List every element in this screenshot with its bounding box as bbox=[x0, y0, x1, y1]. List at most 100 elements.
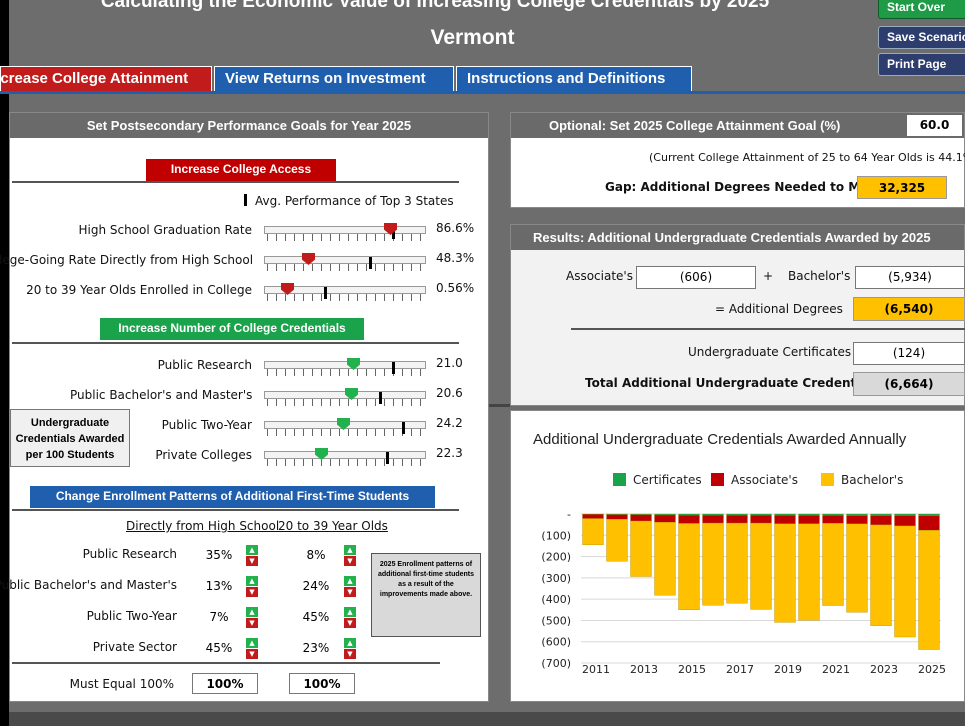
enroll-direct-hs-2[interactable]: 7% bbox=[195, 607, 243, 628]
enrollment-note: 2025 Enrollment patterns of additional f… bbox=[371, 553, 481, 637]
enroll-label-0: Public Research bbox=[82, 547, 177, 561]
legend-swatch-2 bbox=[821, 473, 834, 486]
bar-certificates-2021 bbox=[822, 513, 844, 516]
additional-degrees-label: = Additional Degrees bbox=[715, 302, 843, 316]
legend-label-1: Associate's bbox=[731, 473, 798, 487]
enroll-direct-hs-stepper-0[interactable]: ▲ ▼ bbox=[246, 545, 258, 566]
bar-certificates-2025 bbox=[918, 513, 940, 517]
performance-goals-panel: Set Postsecondary Performance Goals for … bbox=[0, 112, 489, 702]
must-equal-label: Must Equal 100% bbox=[69, 677, 174, 691]
bar-bachelors-2025 bbox=[918, 530, 940, 650]
enroll-20-39-stepper-2[interactable]: ▲ ▼ bbox=[344, 607, 356, 628]
bar-certificates-2022 bbox=[846, 513, 868, 516]
y-tick-4: (400) bbox=[541, 593, 571, 606]
legend-swatch-1 bbox=[711, 473, 724, 486]
bar-associates-2013 bbox=[630, 514, 652, 522]
start-over-button[interactable]: Start Over bbox=[878, 0, 965, 19]
x-tick-2021: 2021 bbox=[822, 663, 850, 676]
credentials-label-3: Private Colleges bbox=[155, 448, 252, 462]
bar-bachelors-2022 bbox=[846, 523, 868, 613]
additional-degrees-value: (6,540) bbox=[853, 297, 965, 321]
enroll-20-39-stepper-1[interactable]: ▲ ▼ bbox=[344, 576, 356, 597]
y-tick-6: (600) bbox=[541, 636, 571, 649]
enroll-20-39-1[interactable]: 24% bbox=[292, 576, 340, 597]
credentials-slider-track-3[interactable] bbox=[264, 451, 426, 459]
x-tick-2019: 2019 bbox=[774, 663, 802, 676]
bar-certificates-2014 bbox=[654, 513, 676, 516]
enroll-20-39-0[interactable]: 8% bbox=[292, 545, 340, 566]
bar-certificates-2015 bbox=[678, 513, 700, 516]
access-label-1: College-Going Rate Directly from High Sc… bbox=[0, 253, 254, 267]
bar-associates-2019 bbox=[774, 515, 796, 524]
enroll-20-39-2[interactable]: 45% bbox=[292, 607, 340, 628]
bar-associates-2012 bbox=[606, 514, 628, 520]
enroll-20-39-stepper-0[interactable]: ▲ ▼ bbox=[344, 545, 356, 566]
access-top-states-marker-2 bbox=[324, 287, 327, 299]
bar-certificates-2018 bbox=[750, 513, 772, 516]
credentials-slider-ticks-1 bbox=[267, 399, 423, 406]
credentials-top-states-marker-2 bbox=[402, 422, 405, 434]
access-slider-ticks-0 bbox=[267, 234, 423, 241]
chart-svg: Additional Undergraduate Credentials Awa… bbox=[533, 431, 946, 676]
total-direct-hs: 100% bbox=[192, 673, 258, 694]
tab-view-returns[interactable]: View Returns on Investment bbox=[214, 66, 454, 92]
total-credentials-label: Total Additional Undergraduate Credentia… bbox=[585, 376, 880, 390]
access-slider-track-1[interactable] bbox=[264, 256, 426, 264]
enroll-direct-hs-3[interactable]: 45% bbox=[195, 638, 243, 659]
top-states-legend-marker bbox=[244, 194, 247, 206]
plus-sign: + bbox=[763, 269, 774, 283]
bar-associates-2017 bbox=[726, 515, 748, 524]
access-heading: Increase College Access bbox=[146, 159, 336, 181]
x-tick-2023: 2023 bbox=[870, 663, 898, 676]
access-slider-track-0[interactable] bbox=[264, 226, 426, 234]
tab-instructions[interactable]: Instructions and Definitions bbox=[456, 66, 692, 92]
bar-bachelors-2021 bbox=[822, 523, 844, 606]
credentials-value-2: 24.2 bbox=[436, 416, 463, 430]
bar-associates-2018 bbox=[750, 515, 772, 524]
credentials-slider-ticks-0 bbox=[267, 369, 423, 376]
bar-certificates-2016 bbox=[702, 513, 724, 516]
associates-label: Associate's bbox=[566, 269, 633, 283]
y-tick-1: (100) bbox=[541, 529, 571, 542]
attainment-goal-input[interactable]: 60.0 bbox=[907, 115, 962, 136]
bar-associates-2014 bbox=[654, 514, 676, 523]
x-tick-2015: 2015 bbox=[678, 663, 706, 676]
enroll-direct-hs-stepper-3[interactable]: ▲ ▼ bbox=[246, 638, 258, 659]
bar-bachelors-2012 bbox=[606, 518, 628, 562]
enroll-direct-hs-0[interactable]: 35% bbox=[195, 545, 243, 566]
credentials-slider-track-0[interactable] bbox=[264, 361, 426, 369]
results-panel: Results: Additional Undergraduate Creden… bbox=[510, 224, 965, 406]
gap-value: 32,325 bbox=[857, 176, 947, 199]
bar-bachelors-2017 bbox=[726, 522, 748, 604]
certificates-value: (124) bbox=[853, 342, 965, 365]
credentials-slider-ticks-3 bbox=[267, 459, 423, 466]
access-top-states-marker-1 bbox=[369, 257, 372, 269]
bar-certificates-2024 bbox=[894, 513, 916, 516]
bottom-bar bbox=[9, 712, 965, 726]
print-page-button[interactable]: Print Page bbox=[878, 53, 965, 76]
enroll-direct-hs-stepper-2[interactable]: ▲ ▼ bbox=[246, 607, 258, 628]
credentials-top-states-marker-0 bbox=[392, 362, 395, 374]
credentials-divider bbox=[12, 342, 459, 344]
y-tick-3: (300) bbox=[541, 572, 571, 585]
results-title: Results: Additional Undergraduate Creden… bbox=[511, 225, 964, 250]
tab-increase-college-attainment[interactable]: Increase College Attainment bbox=[0, 66, 212, 92]
current-attainment-text: (Current College Attainment of 25 to 64 … bbox=[649, 151, 965, 164]
bar-associates-2025 bbox=[918, 515, 940, 531]
access-slider-ticks-1 bbox=[267, 264, 423, 271]
enroll-direct-hs-stepper-1[interactable]: ▲ ▼ bbox=[246, 576, 258, 597]
save-scenario-button[interactable]: Save Scenario bbox=[878, 26, 965, 49]
enroll-20-39-3[interactable]: 23% bbox=[292, 638, 340, 659]
chart-title: Additional Undergraduate Credentials Awa… bbox=[533, 431, 907, 448]
enroll-20-39-stepper-3[interactable]: ▲ ▼ bbox=[344, 638, 356, 659]
bar-associates-2023 bbox=[870, 515, 892, 526]
bar-associates-2011 bbox=[582, 514, 604, 519]
enroll-direct-hs-1[interactable]: 13% bbox=[195, 576, 243, 597]
certificates-label: Undergraduate Certificates bbox=[688, 345, 852, 359]
gap-label: Gap: Additional Degrees Needed to Meet bbox=[605, 180, 883, 194]
page-title: Calculating the Economic Value of Increa… bbox=[100, 0, 770, 12]
bar-bachelors-2019 bbox=[774, 523, 796, 623]
total-divider bbox=[12, 662, 440, 664]
access-label-0: High School Graduation Rate bbox=[78, 223, 252, 237]
annual-credentials-chart: Additional Undergraduate Credentials Awa… bbox=[510, 410, 965, 702]
